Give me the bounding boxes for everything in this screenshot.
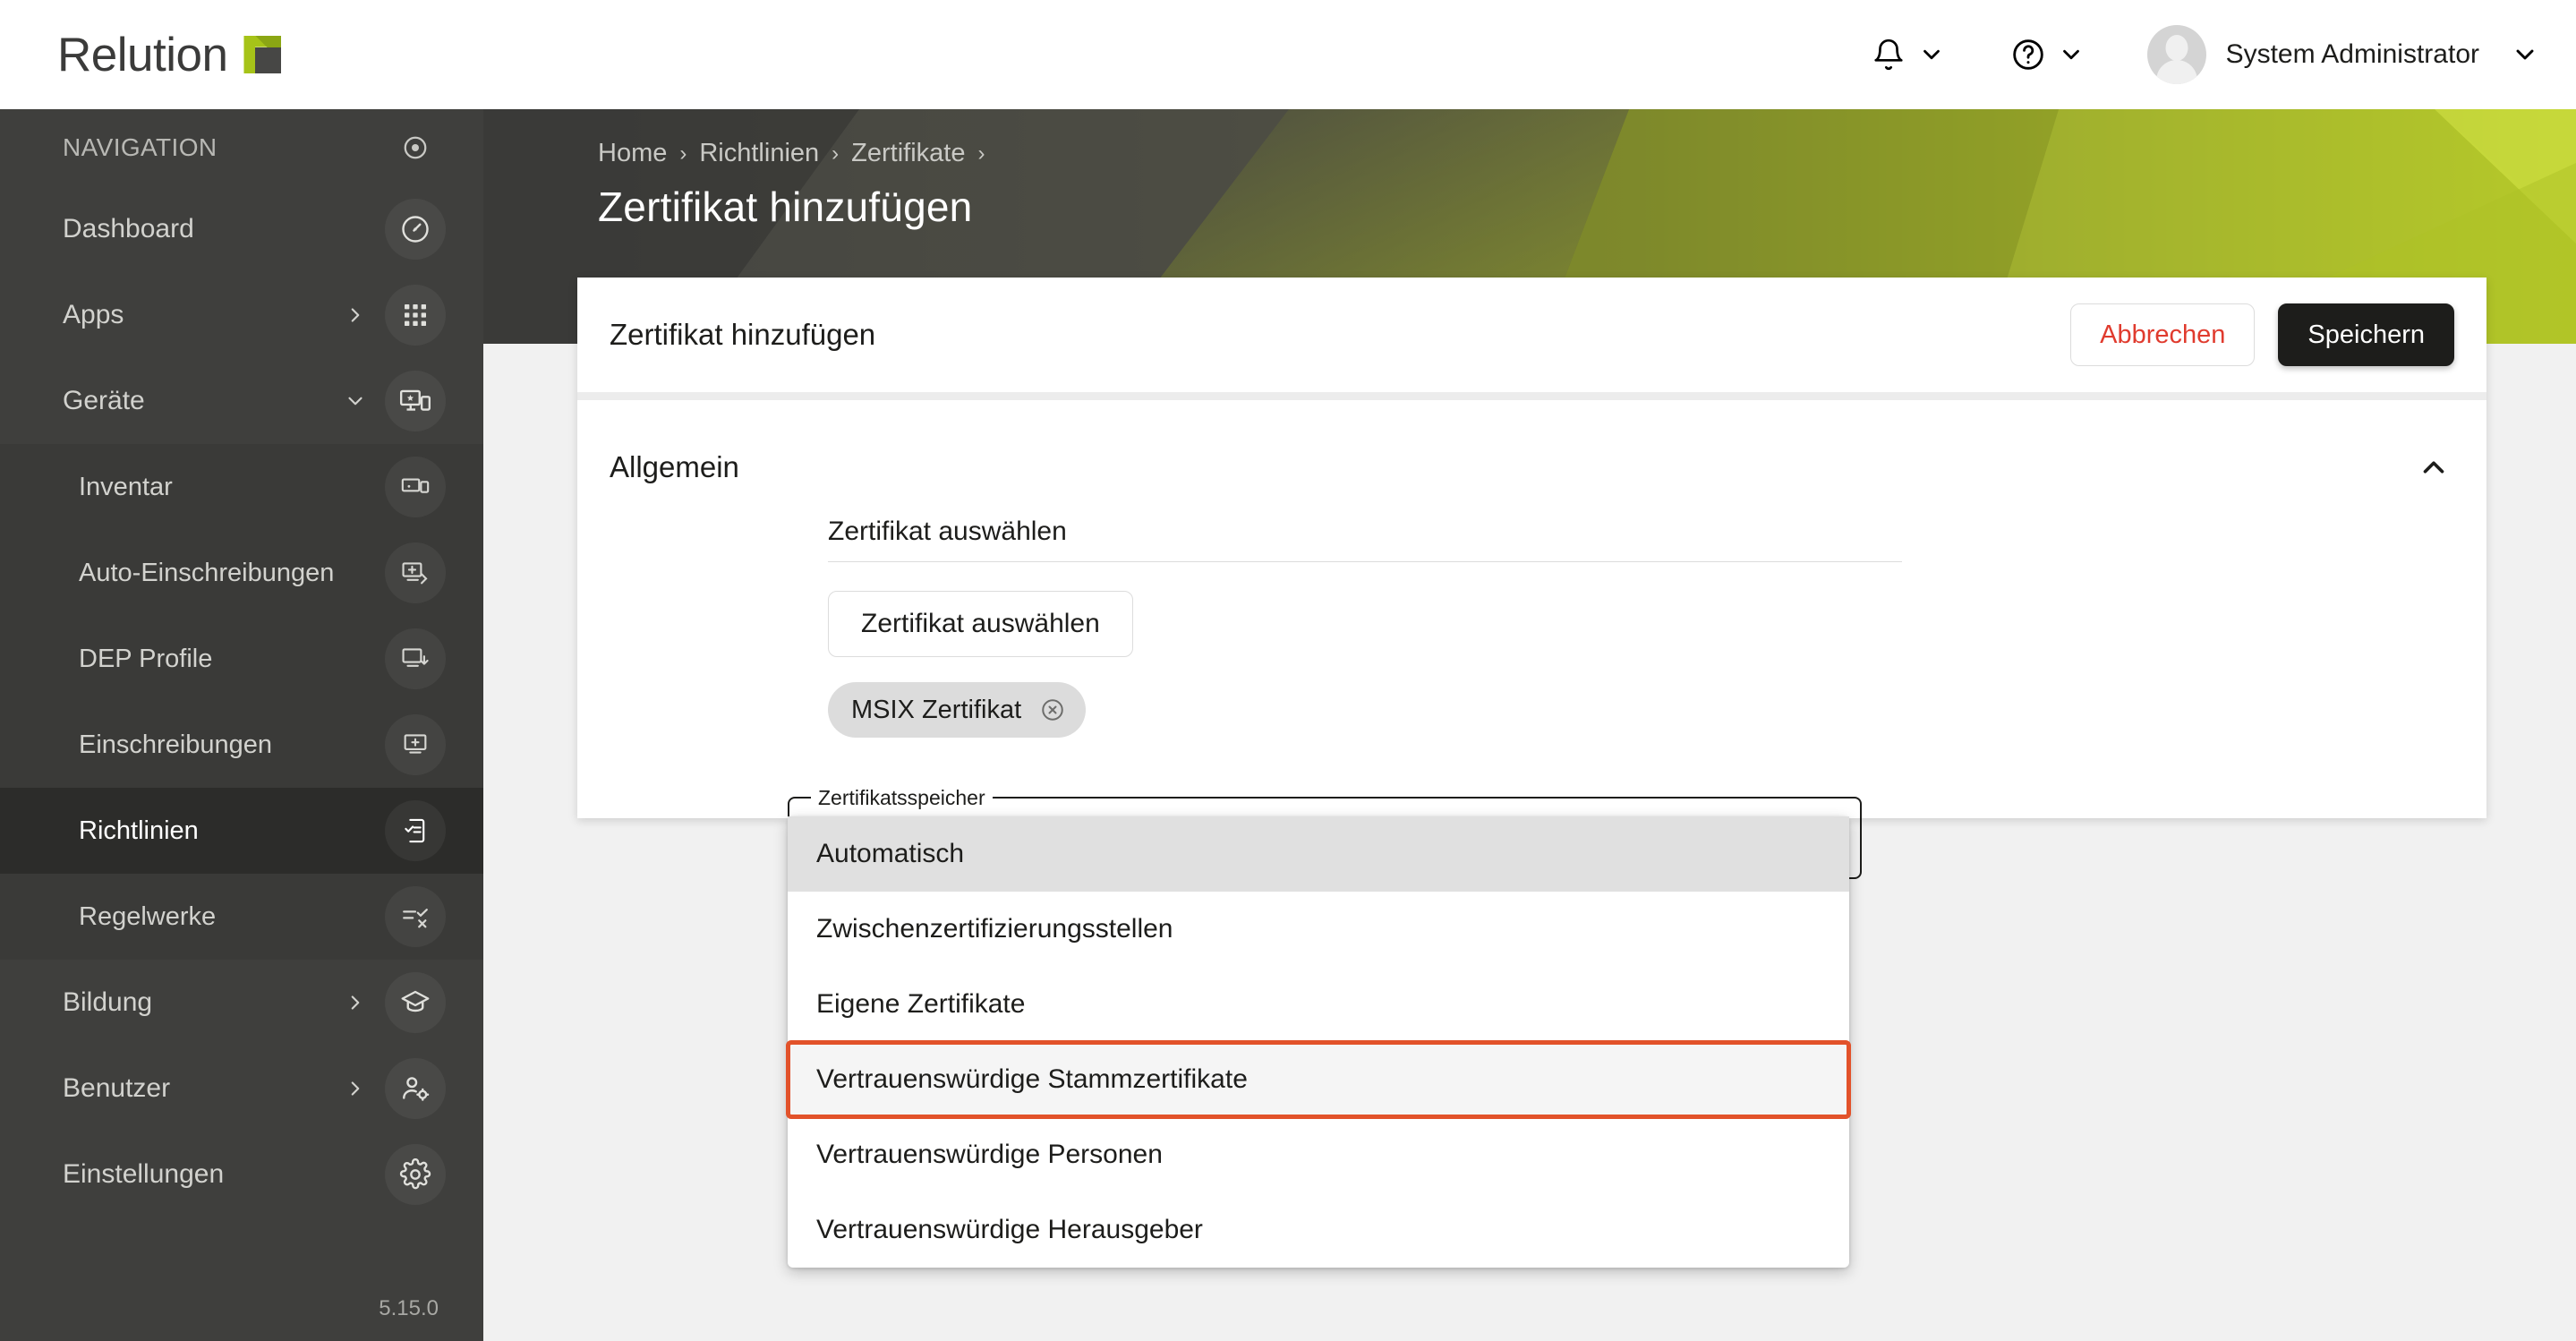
sidebar-item-inventar[interactable]: Inventar: [0, 444, 483, 530]
section-header[interactable]: Allgemein: [610, 440, 2454, 495]
certificate-form-card: Zertifikat hinzufügen Abbrechen Speicher…: [577, 278, 2486, 818]
form-body: Zertifikat auswählen Zertifikat auswähle…: [610, 495, 2454, 818]
section-title: Allgemein: [610, 450, 739, 483]
brand-name: Relution: [57, 28, 228, 81]
page-header: Home › Richtlinien › Zertifikate › Zerti…: [598, 139, 985, 231]
monitor-download-icon: [385, 628, 446, 689]
breadcrumb-separator-icon: ›: [977, 141, 985, 166]
sidebar-header-label: NAVIGATION: [63, 133, 218, 161]
breadcrumb: Home › Richtlinien › Zertifikate ›: [598, 139, 985, 168]
chevron-down-icon: [2510, 39, 2540, 70]
dropdown-option-automatisch[interactable]: Automatisch: [788, 816, 1849, 892]
sidebar-item-einstellungen[interactable]: Einstellungen: [0, 1132, 483, 1217]
sidebar-item-auto-einschreibungen[interactable]: Auto-Einschreibungen: [0, 530, 483, 616]
sidebar-item-einschreibungen[interactable]: Einschreibungen: [0, 702, 483, 788]
chevron-down-icon: [344, 389, 367, 413]
devices-inventory-icon: [385, 457, 446, 517]
monitor-plus-icon: [385, 714, 446, 775]
user-name-label: System Administrator: [2225, 39, 2479, 69]
gear-icon: [385, 1144, 446, 1205]
sidebar-version-label: 5.15.0: [379, 1296, 439, 1320]
sidebar-item-benutzer[interactable]: Benutzer: [0, 1046, 483, 1132]
certificate-picker-label: Zertifikat auswählen: [828, 517, 1067, 546]
close-circle-icon[interactable]: [1037, 695, 1068, 725]
rules-check-x-icon: [385, 886, 446, 947]
top-bar: Relution System Administrator: [0, 0, 2576, 109]
sidebar-item-label: Inventar: [79, 472, 173, 501]
devices-star-icon: [385, 371, 446, 431]
breadcrumb-separator-icon: ›: [832, 141, 840, 166]
sidebar-item-geraete[interactable]: Geräte: [0, 358, 483, 444]
sidebar-item-richtlinien[interactable]: Richtlinien: [0, 788, 483, 874]
sidebar-item-label: DEP Profile: [79, 644, 213, 673]
sidebar-item-label: Einstellungen: [63, 1159, 225, 1189]
bell-icon: [1868, 34, 1909, 75]
dropdown-option-vertrauenswuerdige-stammzertifikate[interactable]: Vertrauenswürdige Stammzertifikate: [786, 1040, 1851, 1119]
card-title: Zertifikat hinzufügen: [610, 318, 876, 351]
cancel-button[interactable]: Abbrechen: [2070, 303, 2256, 366]
certificate-picker-field: Zertifikat auswählen Zertifikat auswähle…: [828, 517, 1902, 738]
avatar: [2146, 25, 2206, 84]
chevron-right-icon: [344, 303, 367, 327]
select-certificate-button[interactable]: Zertifikat auswählen: [828, 591, 1133, 657]
auto-enroll-icon: [385, 542, 446, 603]
dropdown-option-eigene-zertifikate[interactable]: Eigene Zertifikate: [788, 967, 1849, 1042]
certificate-store-dropdown: Automatisch Zwischenzertifizierungsstell…: [786, 816, 1851, 1268]
card-divider: [577, 392, 2486, 400]
breadcrumb-item-zertifikate[interactable]: Zertifikate: [851, 139, 965, 168]
sidebar: NAVIGATION Dashboard Apps Geräte Inventa…: [0, 109, 483, 1341]
user-gear-icon: [385, 1058, 446, 1119]
breadcrumb-separator-icon: ›: [679, 141, 687, 166]
target-dot-icon[interactable]: [397, 117, 433, 178]
chevron-right-icon: [344, 991, 367, 1014]
sidebar-item-dashboard[interactable]: Dashboard: [0, 186, 483, 272]
sidebar-item-dep-profile[interactable]: DEP Profile: [0, 616, 483, 702]
relution-logo-icon: [243, 36, 282, 73]
breadcrumb-item-richtlinien[interactable]: Richtlinien: [699, 139, 819, 168]
policy-check-icon: [385, 800, 446, 861]
sidebar-item-label: Regelwerke: [79, 901, 217, 931]
dropdown-option-vertrauenswuerdige-herausgeber[interactable]: Vertrauenswürdige Herausgeber: [788, 1192, 1849, 1268]
question-circle-icon: [2008, 34, 2049, 75]
card-header: Zertifikat hinzufügen Abbrechen Speicher…: [577, 278, 2486, 392]
chevron-down-icon: [1916, 39, 1947, 70]
brand-logo[interactable]: Relution: [57, 28, 282, 82]
section-allgemein: Allgemein Zertifikat auswählen Zertifika…: [577, 400, 2486, 818]
top-bar-actions: System Administrator: [1868, 25, 2540, 84]
sidebar-item-bildung[interactable]: Bildung: [0, 960, 483, 1046]
sidebar-item-label: Benutzer: [63, 1073, 171, 1103]
speedometer-icon: [385, 199, 446, 260]
chevron-down-icon: [2056, 39, 2086, 70]
certificate-store-select-wrapper: Zertifikatsspeicher Automatisch Zwischen…: [786, 784, 1862, 1268]
sidebar-item-label: Richtlinien: [79, 816, 199, 845]
sidebar-item-label: Geräte: [63, 386, 145, 415]
dropdown-option-zwischenzertifizierungsstellen[interactable]: Zwischenzertifizierungsstellen: [788, 892, 1849, 967]
sidebar-item-apps[interactable]: Apps: [0, 272, 483, 358]
sidebar-header: NAVIGATION: [0, 109, 483, 186]
sidebar-item-label: Apps: [63, 300, 124, 329]
sidebar-item-regelwerke[interactable]: Regelwerke: [0, 874, 483, 960]
breadcrumb-item-home[interactable]: Home: [598, 139, 667, 168]
selected-certificate-chip: MSIX Zertifikat: [828, 682, 1087, 738]
grid-apps-icon: [385, 285, 446, 346]
chip-label: MSIX Zertifikat: [851, 695, 1022, 724]
sidebar-item-label: Einschreibungen: [79, 730, 273, 759]
sidebar-subgroup-geraete: Inventar Auto-Einschreibungen DEP Profil…: [0, 444, 483, 960]
field-underline: [828, 561, 1902, 562]
app-root: Relution System Administrator Home › Ric…: [0, 0, 2576, 1341]
sidebar-item-label: Dashboard: [63, 214, 194, 243]
notifications-menu[interactable]: [1868, 34, 1947, 75]
graduation-cap-icon: [385, 972, 446, 1033]
save-button[interactable]: Speichern: [2278, 303, 2454, 366]
sidebar-item-label: Auto-Einschreibungen: [79, 558, 335, 587]
certificate-store-select-label: Zertifikatsspeicher: [811, 784, 993, 811]
sidebar-item-label: Bildung: [63, 987, 153, 1017]
help-menu[interactable]: [2008, 34, 2086, 75]
user-menu[interactable]: System Administrator: [2146, 25, 2540, 84]
chevron-right-icon: [344, 1077, 367, 1100]
card-actions: Abbrechen Speichern: [2070, 303, 2454, 366]
page-title: Zertifikat hinzufügen: [598, 184, 973, 230]
dropdown-option-vertrauenswuerdige-personen[interactable]: Vertrauenswürdige Personen: [788, 1117, 1849, 1192]
chevron-up-icon[interactable]: [2413, 447, 2454, 488]
